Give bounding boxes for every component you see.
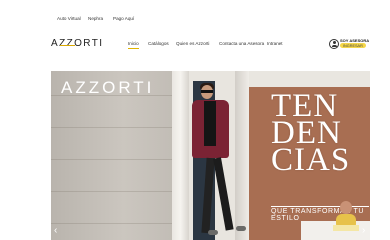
model-sunglasses [201, 90, 213, 93]
wall-line [51, 191, 172, 192]
nav-catalogos[interactable]: Catálogos [148, 41, 169, 46]
login-button[interactable]: INGRESAR [340, 43, 366, 48]
wall-line [51, 159, 172, 160]
hero-banner[interactable]: AZZORTI TEN DEN CIAS QUE TRANSFORMAN TU … [51, 71, 370, 240]
top-utility-bar: Auto Virtual Nephra Pago Aquí [0, 0, 390, 34]
wall-line [51, 223, 172, 224]
carousel-next-icon[interactable]: › [362, 225, 365, 236]
brand-logo[interactable]: AZZORTI [51, 38, 103, 49]
hero-column-right [235, 71, 249, 240]
hero-upper-wall [249, 71, 370, 87]
carousel-prev-icon[interactable]: ‹ [54, 225, 57, 236]
assistant-avatar[interactable] [333, 197, 359, 231]
avatar-label-bar [333, 225, 359, 231]
hero-headline-line: CIAS [271, 142, 351, 178]
hero-brand-logo: AZZORTI [61, 78, 155, 97]
link-auto-virtual[interactable]: Auto Virtual [57, 16, 81, 21]
main-header: AZZORTI Inicio Catálogos Quien es Azzort… [0, 30, 390, 56]
link-pago-aqui[interactable]: Pago Aquí [113, 16, 134, 21]
model-shoe [236, 226, 246, 231]
wall-line [51, 127, 172, 128]
nav-quien-es-azzorti[interactable]: Quien es Azzorti [176, 41, 209, 46]
nav-inicio[interactable]: Inicio [128, 41, 139, 49]
user-icon[interactable] [329, 39, 339, 49]
hero-column [172, 71, 189, 240]
model-shoe [208, 230, 218, 235]
link-nephra[interactable]: Nephra [88, 16, 103, 21]
avatar-head [340, 201, 352, 214]
nav-contacta-asesora[interactable]: Contacta una Asesora [219, 41, 264, 46]
brand-logo-text: AZZORTI [51, 38, 104, 49]
nav-intranet[interactable]: Intranet [267, 41, 283, 46]
logo-accent-bar [60, 45, 75, 47]
model-shirt [204, 101, 216, 146]
hero-headline: TEN DEN CIAS [271, 90, 351, 178]
